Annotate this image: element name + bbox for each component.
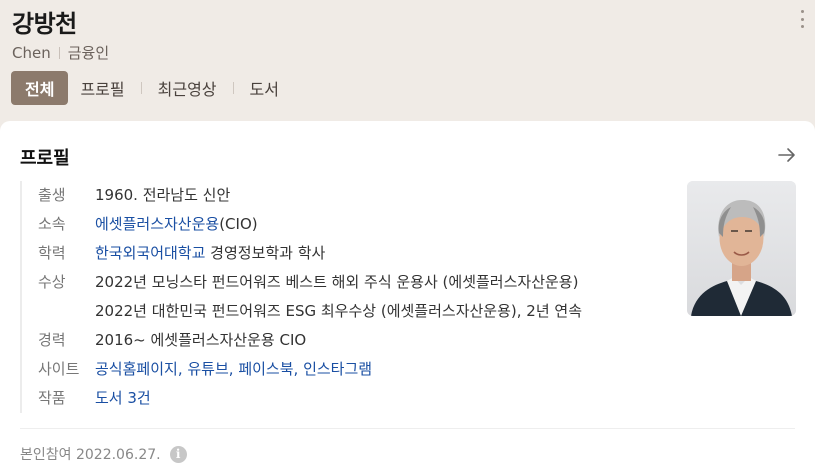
header: 강방천 Chen 금융인 전체 프로필 최근영상 도서 <box>0 0 815 121</box>
info-row-birth: 출생 1960. 전라남도 신안 <box>38 181 660 210</box>
tab-all[interactable]: 전체 <box>11 71 69 105</box>
tab-profile[interactable]: 프로필 <box>68 71 136 105</box>
tab-recent-videos[interactable]: 최근영상 <box>146 71 229 105</box>
value-sites: 공식홈페이지, 유튜브, 페이스북, 인스타그램 <box>95 355 372 384</box>
person-name: 강방천 <box>12 10 77 38</box>
tab-divider <box>232 82 234 94</box>
label-affiliation: 소속 <box>38 215 66 233</box>
value-birth: 1960. 전라남도 신안 <box>95 186 231 204</box>
arrow-right-icon[interactable] <box>777 145 797 165</box>
label-sites: 사이트 <box>38 360 80 378</box>
more-vertical-icon[interactable] <box>797 10 807 28</box>
label-awards: 수상 <box>38 273 66 291</box>
value-education: 한국외국어대학교 경영정보학과 학사 <box>95 239 325 268</box>
value-career: 2016~ 에셋플러스자산운용 CIO <box>95 331 307 349</box>
self-participation-date: 본인참여 2022.06.27. <box>20 447 161 463</box>
profile-card: 프로필 출생 1960. 전라남도 신안 소속 에셋플러스자산운용(CIO) 학… <box>0 121 815 469</box>
info-row-works: 작품 도서 3건 <box>38 384 660 413</box>
site-link-instagram[interactable]: 인스타그램 <box>303 360 372 378</box>
education-suffix: 경영정보학과 학사 <box>205 244 326 262</box>
tab-books[interactable]: 도서 <box>238 71 291 105</box>
info-icon[interactable]: i <box>169 445 187 463</box>
award-item: 2022년 대한민국 펀드어워즈 ESG 최우수상 (에셋플러스자산운용), 2… <box>95 302 582 320</box>
tab-divider <box>140 82 142 94</box>
label-education: 학력 <box>38 244 66 262</box>
affiliation-link[interactable]: 에셋플러스자산운용 <box>95 215 219 233</box>
comma: , <box>177 360 188 378</box>
info-row-affiliation: 소속 에셋플러스자산운용(CIO) <box>38 210 660 239</box>
award-item: 2022년 모닝스타 펀드어워즈 베스트 해외 주식 운용사 (에셋플러스자산운… <box>95 273 579 291</box>
subtitle: Chen 금융인 <box>12 42 109 63</box>
tab-bar: 전체 프로필 최근영상 도서 <box>11 71 291 105</box>
portrait-image <box>687 181 796 316</box>
info-row-career: 경력 2016~ 에셋플러스자산운용 CIO <box>38 326 660 355</box>
profile-photo[interactable] <box>687 181 796 316</box>
divider <box>20 428 795 429</box>
value-awards: 2022년 모닝스타 펀드어워즈 베스트 해외 주식 운용사 (에셋플러스자산운… <box>95 268 582 326</box>
site-link-youtube[interactable]: 유튜브 <box>187 360 228 378</box>
comma: , <box>293 360 304 378</box>
works-link[interactable]: 도서 3건 <box>95 389 151 407</box>
site-link-homepage[interactable]: 공식홈페이지 <box>95 360 178 378</box>
comma: , <box>228 360 239 378</box>
label-career: 경력 <box>38 331 66 349</box>
profile-info: 출생 1960. 전라남도 신안 소속 에셋플러스자산운용(CIO) 학력 한국… <box>20 181 660 413</box>
label-works: 작품 <box>38 389 66 407</box>
value-affiliation: 에셋플러스자산운용(CIO) <box>95 210 258 239</box>
info-row-sites: 사이트 공식홈페이지, 유튜브, 페이스북, 인스타그램 <box>38 355 660 384</box>
education-link[interactable]: 한국외국어대학교 <box>95 244 205 262</box>
info-row-awards: 수상 2022년 모닝스타 펀드어워즈 베스트 해외 주식 운용사 (에셋플러스… <box>38 268 660 326</box>
divider <box>58 46 60 59</box>
footer: 본인참여 2022.06.27. i <box>20 444 187 464</box>
label-birth: 출생 <box>38 186 66 204</box>
profile-title: 프로필 <box>20 148 70 169</box>
english-name: Chen <box>12 43 51 62</box>
value-works: 도서 3건 <box>95 384 151 413</box>
site-link-facebook[interactable]: 페이스북 <box>238 360 293 378</box>
info-row-education: 학력 한국외국어대학교 경영정보학과 학사 <box>38 239 660 268</box>
occupation: 금융인 <box>67 44 110 62</box>
affiliation-suffix: (CIO) <box>219 215 258 233</box>
